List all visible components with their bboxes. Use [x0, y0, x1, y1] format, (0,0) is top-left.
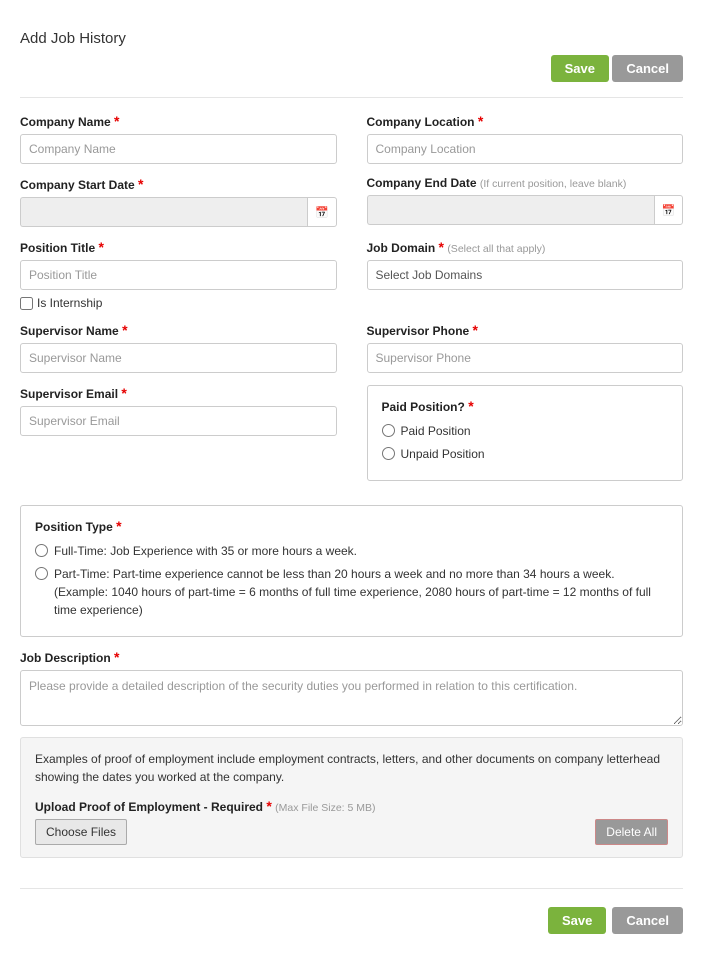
modal-footer: Save Cancel	[20, 888, 683, 934]
part-time-option: Part-Time: Part-time experience cannot b…	[54, 565, 668, 619]
company-location-label: Company Location *	[367, 113, 684, 129]
supervisor-name-label: Supervisor Name *	[20, 322, 337, 338]
company-start-label: Company Start Date *	[20, 176, 337, 192]
job-domain-label: Job Domain * (Select all that apply)	[367, 239, 684, 255]
supervisor-email-input[interactable]	[20, 406, 337, 436]
part-time-radio[interactable]	[35, 567, 48, 580]
supervisor-email-label: Supervisor Email *	[20, 385, 337, 401]
position-title-input[interactable]	[20, 260, 337, 290]
modal-header: Add Job History Save Cancel	[20, 10, 683, 98]
paid-position-panel: Paid Position? * Paid Position Unpaid Po…	[367, 385, 684, 481]
is-internship-checkbox[interactable]	[20, 297, 33, 310]
company-name-input[interactable]	[20, 134, 337, 164]
supervisor-phone-input[interactable]	[367, 343, 684, 373]
upload-intro: Examples of proof of employment include …	[35, 750, 668, 786]
position-type-panel: Position Type * Full-Time: Job Experienc…	[20, 505, 683, 637]
delete-all-button[interactable]: Delete All	[595, 819, 668, 845]
full-time-radio[interactable]	[35, 544, 48, 557]
position-type-label: Position Type *	[35, 518, 668, 534]
is-internship-label: Is Internship	[37, 296, 102, 310]
supervisor-name-input[interactable]	[20, 343, 337, 373]
full-time-option: Full-Time: Job Experience with 35 or mor…	[54, 542, 357, 560]
job-description-label: Job Description *	[20, 649, 683, 665]
upload-panel: Examples of proof of employment include …	[20, 737, 683, 858]
job-domain-select[interactable]: Select Job Domains	[367, 260, 684, 290]
save-button-top[interactable]: Save	[551, 55, 609, 82]
position-title-label: Position Title *	[20, 239, 337, 255]
paid-position-radio[interactable]	[382, 424, 395, 437]
supervisor-phone-label: Supervisor Phone *	[367, 322, 684, 338]
upload-label: Upload Proof of Employment - Required * …	[35, 798, 668, 814]
job-description-textarea[interactable]	[20, 670, 683, 726]
paid-position-option: Paid Position	[401, 422, 471, 440]
calendar-icon[interactable]: 📅	[654, 195, 683, 225]
save-button-bottom[interactable]: Save	[548, 907, 606, 934]
unpaid-position-radio[interactable]	[382, 447, 395, 460]
unpaid-position-option: Unpaid Position	[401, 445, 485, 463]
company-name-label: Company Name *	[20, 113, 337, 129]
company-location-input[interactable]	[367, 134, 684, 164]
choose-files-button[interactable]: Choose Files	[35, 819, 127, 845]
cancel-button-top[interactable]: Cancel	[612, 55, 683, 82]
company-start-input[interactable]	[20, 197, 307, 227]
cancel-button-bottom[interactable]: Cancel	[612, 907, 683, 934]
calendar-icon[interactable]: 📅	[307, 197, 336, 227]
company-end-label: Company End Date (If current position, l…	[367, 176, 684, 190]
page-title: Add Job History	[20, 30, 126, 47]
company-end-input[interactable]	[367, 195, 654, 225]
paid-position-label: Paid Position? *	[382, 398, 669, 414]
